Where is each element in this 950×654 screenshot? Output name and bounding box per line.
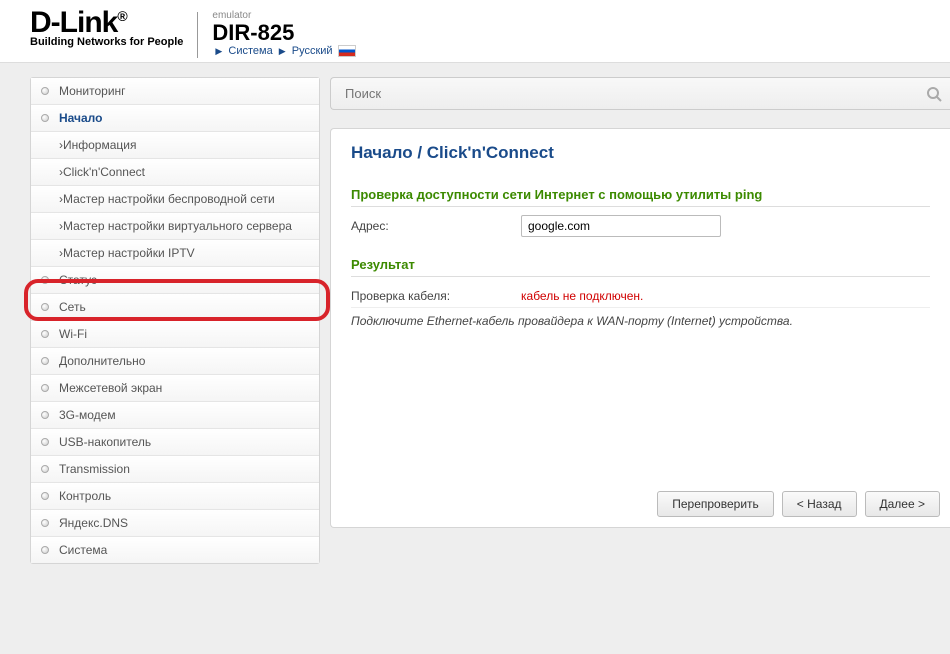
header-divider bbox=[197, 12, 198, 58]
sidebar-item-label: Система bbox=[59, 543, 107, 557]
sidebar-item-label: Сеть bbox=[59, 300, 86, 314]
content-area: Начало / Click'n'Connect Проверка доступ… bbox=[330, 77, 950, 564]
page-panel: Начало / Click'n'Connect Проверка доступ… bbox=[330, 128, 950, 528]
logo-tagline: Building Networks for People bbox=[30, 36, 183, 48]
next-button[interactable]: Далее > bbox=[865, 491, 941, 517]
back-button[interactable]: < Назад bbox=[782, 491, 857, 517]
sidebar-subitem[interactable]: ›Мастер настройки IPTV bbox=[31, 240, 319, 266]
sidebar-item[interactable]: USB-накопитель bbox=[31, 429, 319, 455]
address-label: Адрес: bbox=[351, 219, 521, 233]
bullet-icon bbox=[41, 303, 49, 311]
bullet-icon bbox=[41, 384, 49, 392]
sidebar-item-label: Wi-Fi bbox=[59, 327, 87, 341]
cable-check-label: Проверка кабеля: bbox=[351, 289, 521, 303]
logo: D-Link® Building Networks for People bbox=[30, 8, 183, 48]
crumb-system[interactable]: Система bbox=[228, 45, 272, 57]
sidebar-item[interactable]: Transmission bbox=[31, 456, 319, 482]
sidebar-item-label: Яндекс.DNS bbox=[59, 516, 128, 530]
search-bar bbox=[330, 77, 950, 110]
sidebar-subitem-label: Click'n'Connect bbox=[63, 165, 145, 179]
sidebar-item[interactable]: Начало bbox=[31, 105, 319, 131]
bullet-icon bbox=[41, 87, 49, 95]
bullet-icon bbox=[41, 438, 49, 446]
sidebar-item[interactable]: Межсетевой экран bbox=[31, 375, 319, 401]
logo-text: D-Link bbox=[30, 6, 117, 39]
sidebar-item[interactable]: Wi-Fi bbox=[31, 321, 319, 347]
bullet-icon bbox=[41, 357, 49, 365]
sidebar-subitem-label: Мастер настройки IPTV bbox=[63, 246, 195, 260]
bullet-icon bbox=[41, 114, 49, 122]
sidebar-item-label: Контроль bbox=[59, 489, 111, 503]
chevron-right-icon: ▶ bbox=[279, 46, 286, 56]
sidebar-item[interactable]: Дополнительно bbox=[31, 348, 319, 374]
section-result-title: Результат bbox=[351, 257, 930, 277]
recheck-button[interactable]: Перепроверить bbox=[657, 491, 774, 517]
cable-check-row: Проверка кабеля: кабель не подключен. bbox=[351, 285, 930, 308]
sidebar-item-label: Начало bbox=[59, 111, 102, 125]
address-row: Адрес: bbox=[351, 215, 930, 237]
sidebar-subitem-label: Мастер настройки беспроводной сети bbox=[63, 192, 275, 206]
bullet-icon bbox=[41, 411, 49, 419]
sidebar: Мониторинг Начало ›Информация›Click'n'Conn… bbox=[30, 77, 320, 564]
button-bar: Перепроверить < Назад Далее > bbox=[657, 491, 940, 517]
crumb-language[interactable]: Русский bbox=[292, 45, 333, 57]
sidebar-item-label: Мониторинг bbox=[59, 84, 126, 98]
bullet-icon bbox=[41, 276, 49, 284]
search-icon bbox=[926, 86, 942, 102]
sidebar-item[interactable]: Статус bbox=[31, 267, 319, 293]
bullet-icon bbox=[41, 465, 49, 473]
sidebar-subitem[interactable]: ›Информация bbox=[31, 132, 319, 158]
address-input[interactable] bbox=[521, 215, 721, 237]
sidebar-subitem[interactable]: ›Click'n'Connect bbox=[31, 159, 319, 185]
flag-ru-icon bbox=[338, 45, 356, 57]
sidebar-item[interactable]: 3G-модем bbox=[31, 402, 319, 428]
top-breadcrumb: ▶ Система ▶ Русский bbox=[212, 45, 355, 57]
bullet-icon bbox=[41, 330, 49, 338]
sidebar-item-label: 3G-модем bbox=[59, 408, 116, 422]
sidebar-item-label: USB-накопитель bbox=[59, 435, 151, 449]
sidebar-subitem-label: Мастер настройки виртуального сервера bbox=[63, 219, 292, 233]
sidebar-item[interactable]: Мониторинг bbox=[31, 78, 319, 104]
sidebar-item-label: Межсетевой экран bbox=[59, 381, 162, 395]
section-ping-title: Проверка доступности сети Интернет с пом… bbox=[351, 187, 930, 207]
sidebar-item[interactable]: Контроль bbox=[31, 483, 319, 509]
search-input[interactable] bbox=[345, 86, 936, 101]
sidebar-item-label: Дополнительно bbox=[59, 354, 145, 368]
connection-note: Подключите Ethernet-кабель провайдера к … bbox=[351, 314, 930, 328]
sidebar-item-label: Transmission bbox=[59, 462, 130, 476]
app-header: D-Link® Building Networks for People emu… bbox=[0, 0, 950, 63]
page-breadcrumb: Начало / Click'n'Connect bbox=[351, 143, 930, 163]
sidebar-item[interactable]: Система bbox=[31, 537, 319, 563]
bullet-icon bbox=[41, 546, 49, 554]
model-block: emulator DIR-825 ▶ Система ▶ Русский bbox=[212, 8, 355, 57]
bullet-icon bbox=[41, 492, 49, 500]
cable-check-value: кабель не подключен. bbox=[521, 289, 643, 303]
bullet-icon bbox=[41, 519, 49, 527]
sidebar-subitem-label: Информация bbox=[63, 138, 136, 152]
sidebar-subitem[interactable]: ›Мастер настройки виртуального сервера bbox=[31, 213, 319, 239]
sidebar-item[interactable]: Яндекс.DNS bbox=[31, 510, 319, 536]
model-name: DIR-825 bbox=[212, 21, 355, 44]
sidebar-item[interactable]: Сеть bbox=[31, 294, 319, 320]
chevron-right-icon: ▶ bbox=[215, 46, 222, 56]
sidebar-subitem[interactable]: ›Мастер настройки беспроводной сети bbox=[31, 186, 319, 212]
sidebar-item-label: Статус bbox=[59, 273, 97, 287]
